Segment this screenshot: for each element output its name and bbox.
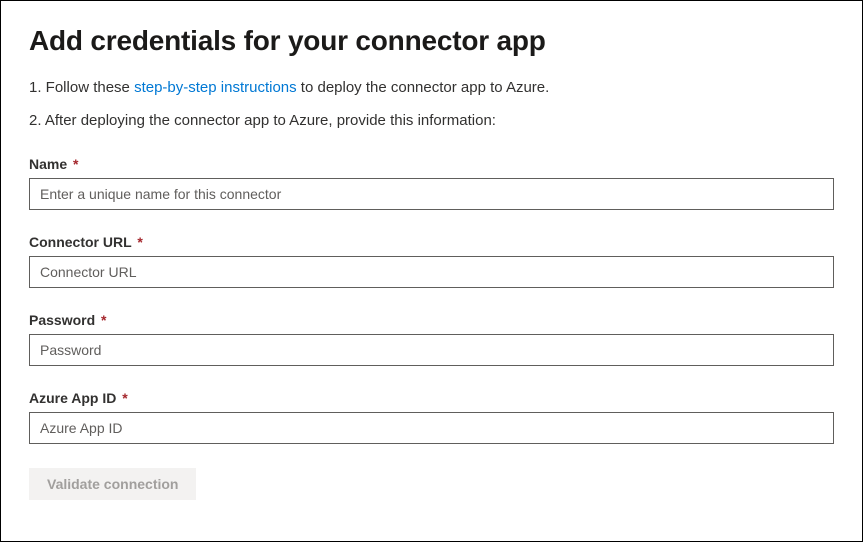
azure-app-id-input[interactable] [29, 412, 834, 444]
instruction-step-1-prefix: 1. Follow these [29, 79, 134, 96]
connector-url-field-group: Connector URL * [29, 234, 834, 288]
azure-app-id-label: Azure App ID * [29, 390, 834, 406]
instruction-step-1-suffix: to deploy the connector app to Azure. [297, 79, 550, 96]
name-label: Name * [29, 156, 834, 172]
connector-url-label-text: Connector URL [29, 234, 131, 250]
azure-app-id-field-group: Azure App ID * [29, 390, 834, 444]
required-mark: * [73, 156, 78, 172]
password-label: Password * [29, 312, 834, 328]
password-label-text: Password [29, 312, 95, 328]
name-input[interactable] [29, 178, 834, 210]
azure-app-id-label-text: Azure App ID [29, 390, 116, 406]
instruction-step-2: 2. After deploying the connector app to … [29, 110, 834, 133]
connector-url-label: Connector URL * [29, 234, 834, 250]
required-mark: * [122, 390, 127, 406]
instruction-step-1: 1. Follow these step-by-step instruction… [29, 77, 834, 100]
required-mark: * [101, 312, 106, 328]
password-input[interactable] [29, 334, 834, 366]
page-title: Add credentials for your connector app [29, 25, 834, 57]
required-mark: * [137, 234, 142, 250]
connector-url-input[interactable] [29, 256, 834, 288]
name-label-text: Name [29, 156, 67, 172]
step-by-step-link[interactable]: step-by-step instructions [134, 79, 297, 96]
name-field-group: Name * [29, 156, 834, 210]
password-field-group: Password * [29, 312, 834, 366]
validate-connection-button[interactable]: Validate connection [29, 468, 196, 500]
